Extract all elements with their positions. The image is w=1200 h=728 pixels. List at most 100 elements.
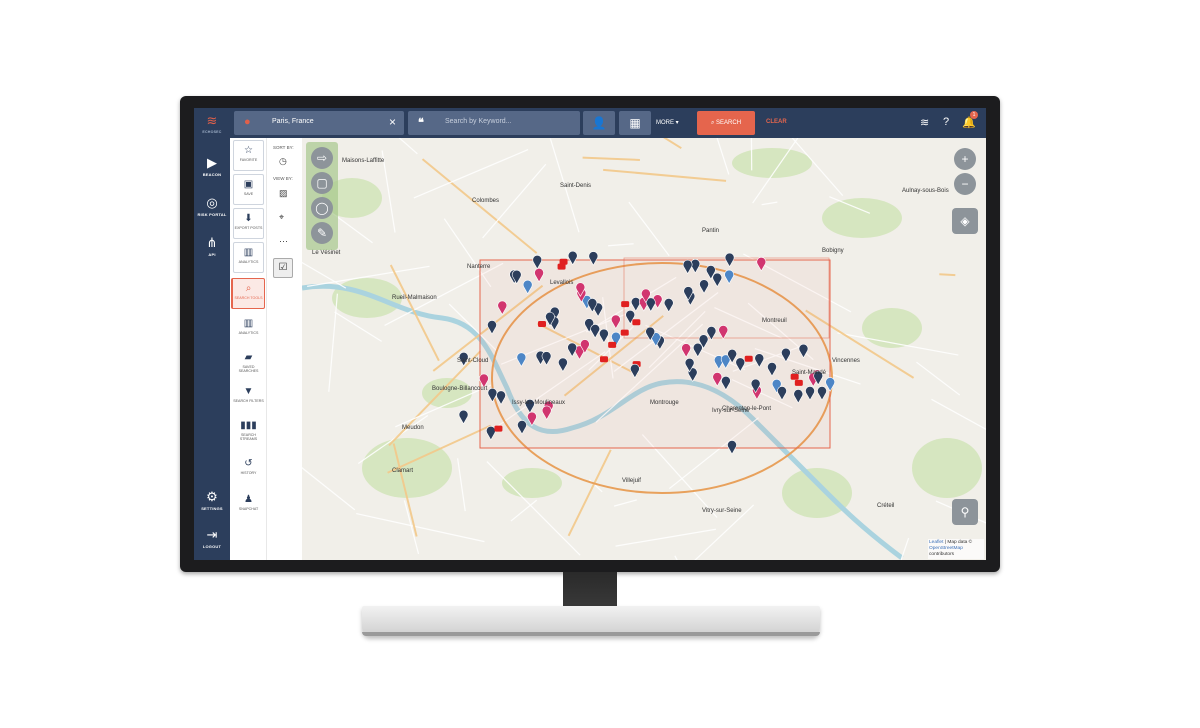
edit-tool-icon[interactable]: ✎ xyxy=(311,222,333,244)
zoom-in-button[interactable]: + xyxy=(954,148,976,170)
place-label: Vincennes xyxy=(832,358,860,364)
place-label: Montreuil xyxy=(762,318,787,324)
favorite-button[interactable]: ☆ FAVORITE xyxy=(233,140,264,171)
select-checkbox[interactable]: ☑ xyxy=(273,258,293,278)
analytics-icon: ▥ xyxy=(243,318,254,329)
clear-button[interactable]: CLEAR xyxy=(766,119,787,125)
youtube-marker-icon[interactable] xyxy=(620,329,629,336)
user-filter-button[interactable]: 👤 xyxy=(583,111,615,135)
history-icon: ↺ xyxy=(244,458,253,469)
place-label: Levallois xyxy=(550,280,574,286)
more-dropdown[interactable]: MORE ▾ xyxy=(656,119,679,126)
circle-tool-icon[interactable]: ◯ xyxy=(311,197,333,219)
filter-icon: ▼ xyxy=(243,386,254,397)
app-screen: ≋ ECHOSEC ▶ BEACON ◎ RISK PORTAL ⋔ API ⚙… xyxy=(194,108,986,560)
youtube-marker-icon[interactable] xyxy=(557,263,566,270)
monitor-stand-edge xyxy=(362,632,820,636)
rail-item-logout[interactable]: ⇥ LOGOUT xyxy=(194,527,230,550)
analytics-icon: ▥ xyxy=(243,247,254,258)
snapchat-icon: ♟ xyxy=(244,494,253,505)
pan-tool-icon[interactable]: ⇨ xyxy=(311,147,333,169)
youtube-marker-icon[interactable] xyxy=(744,355,753,362)
history-button[interactable]: ↺ HISTORY xyxy=(233,454,264,485)
youtube-marker-icon[interactable] xyxy=(494,425,503,432)
youtube-marker-icon[interactable] xyxy=(608,341,617,348)
analytics-panel-button[interactable]: ▥ ANALYTICS xyxy=(233,314,264,345)
youtube-marker-icon[interactable] xyxy=(538,321,547,328)
location-field[interactable]: ● Paris, France × xyxy=(234,111,404,135)
analytics-button[interactable]: ▥ ANALYTICS xyxy=(233,242,264,273)
place-label: Le Vésinet xyxy=(312,250,341,256)
export-posts-button[interactable]: ⬇ EXPORT POSTS xyxy=(233,208,264,239)
place-label: Bobigny xyxy=(822,248,844,254)
location-pin-icon: ● xyxy=(244,116,251,128)
place-label: Villejuif xyxy=(622,478,641,484)
search-tools-button[interactable]: ⌕ SEARCH TOOLS xyxy=(231,278,265,309)
clock-icon[interactable]: ◷ xyxy=(279,156,287,167)
layers-icon[interactable]: ◈ xyxy=(952,208,978,234)
youtube-marker-icon[interactable] xyxy=(621,301,630,308)
youtube-marker-icon[interactable] xyxy=(599,356,608,363)
vk-marker-icon[interactable] xyxy=(727,440,737,455)
image-view-icon[interactable]: ▨ xyxy=(279,188,288,199)
snapchat-button[interactable]: ♟ SNAPCHAT xyxy=(233,490,264,521)
place-label: Meudon xyxy=(402,425,424,431)
more-dots-icon[interactable]: ⋯ xyxy=(279,236,288,247)
save-icon: ▣ xyxy=(243,179,254,190)
youtube-marker-icon[interactable] xyxy=(794,379,803,386)
sort-view-column: SORT BY: ◷ VIEW BY: ▨ ⌖ ⋯ ☑ xyxy=(266,138,302,560)
date-filter-button[interactable]: ▦ xyxy=(619,111,651,135)
place-label: Clamart xyxy=(392,468,414,474)
quote-icon: ❝ xyxy=(418,117,424,129)
logout-icon: ⇥ xyxy=(206,527,218,542)
place-label: Vitry-sur-Seine xyxy=(702,508,742,514)
calendar-icon: ▦ xyxy=(629,116,641,130)
echosec-mark-icon[interactable]: ≋ xyxy=(920,116,929,129)
tool-panel: ☆ FAVORITE ▣ SAVE ⬇ EXPORT POSTS ▥ ANALYTICS… xyxy=(230,138,266,560)
rail-item-api[interactable]: ⋔ API xyxy=(194,235,230,258)
rectangle-tool-icon[interactable]: ▢ xyxy=(311,172,333,194)
place-label: Créteil xyxy=(877,503,895,509)
monitor-bezel: ≋ ECHOSEC ▶ BEACON ◎ RISK PORTAL ⋔ API ⚙… xyxy=(180,96,1000,572)
streams-icon: ▮▮▮ xyxy=(240,420,257,431)
fingerprint-icon: ◎ xyxy=(206,195,218,210)
place-label: Pantin xyxy=(702,228,720,234)
map-tiles xyxy=(302,138,986,560)
echosec-logo-icon: ≋ xyxy=(206,113,218,128)
map-view[interactable]: Saint-Denis Levallois Montreuil Saint-Cloud… xyxy=(302,138,986,560)
keyword-search-input[interactable]: ❝ Search by Keyword... xyxy=(408,111,580,135)
logo: ≋ ECHOSEC xyxy=(194,113,230,135)
location-marker-button[interactable]: ⚲ xyxy=(952,499,978,525)
vk-marker-icon[interactable] xyxy=(458,409,469,425)
place-label: Saint-Mandé xyxy=(792,370,827,376)
search-filters-button[interactable]: ▼ SEARCH FILTERS xyxy=(233,382,264,413)
search-icon: ⌕ xyxy=(245,283,252,294)
zoom-out-button[interactable]: − xyxy=(954,173,976,195)
save-button[interactable]: ▣ SAVE xyxy=(233,174,264,205)
place-label: Montrouge xyxy=(650,400,679,406)
help-icon[interactable]: ? xyxy=(943,116,949,128)
map-pin-view-icon[interactable]: ⌖ xyxy=(279,212,284,223)
clear-location-icon[interactable]: × xyxy=(389,115,396,129)
place-label: Rueil-Malmaison xyxy=(392,295,437,301)
download-icon: ⬇ xyxy=(244,213,253,224)
rail-item-beacon[interactable]: ▶ BEACON xyxy=(194,156,230,178)
place-label: Colombes xyxy=(472,198,500,204)
place-label: Maisons-Laffitte xyxy=(342,158,385,164)
monitor-neck xyxy=(563,572,617,610)
map-attribution: Leaflet | Map data © OpenStreetMap contr… xyxy=(928,539,984,559)
place-label: Aulnay-sous-Bois xyxy=(902,188,949,194)
notification-badge: 1 xyxy=(970,111,978,119)
rail-item-risk-portal[interactable]: ◎ RISK PORTAL xyxy=(194,195,230,218)
star-icon: ☆ xyxy=(244,145,253,156)
saved-searches-button[interactable]: ▰ SAVED SEARCHES xyxy=(233,348,264,379)
search-icon: ⌕ xyxy=(710,120,715,126)
place-label: Charenton-le-Pont xyxy=(722,406,772,412)
rail-item-settings[interactable]: ⚙ SETTINGS xyxy=(194,490,230,512)
user-icon: 👤 xyxy=(591,116,607,130)
left-rail: ≋ ECHOSEC ▶ BEACON ◎ RISK PORTAL ⋔ API ⚙… xyxy=(194,108,230,560)
search-button[interactable]: ⌕ SEARCH xyxy=(697,111,755,135)
youtube-marker-icon[interactable] xyxy=(632,319,641,326)
api-icon: ⋔ xyxy=(206,235,218,250)
search-streams-button[interactable]: ▮▮▮ SEARCH STREAMS xyxy=(233,416,264,447)
